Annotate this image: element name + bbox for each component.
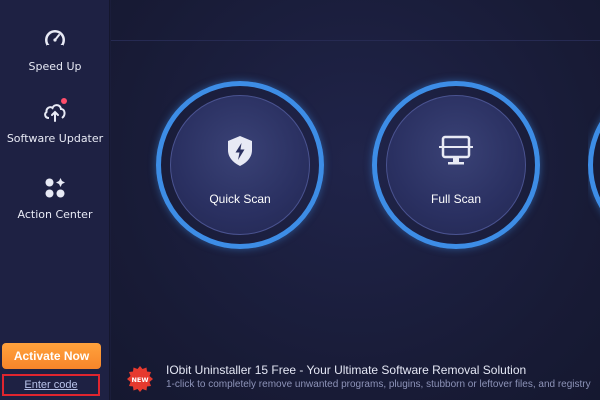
sidebar-item-label: Action Center bbox=[17, 208, 93, 221]
full-scan-button[interactable]: Full Scan bbox=[372, 81, 540, 249]
sidebar-item-speed-up[interactable]: Speed Up bbox=[0, 26, 110, 73]
partial-scan-button[interactable] bbox=[588, 81, 600, 249]
gauge-icon bbox=[41, 26, 69, 54]
full-scan-label: Full Scan bbox=[430, 192, 482, 206]
enter-code-link[interactable]: Enter code bbox=[2, 374, 100, 396]
sidebar-item-software-updater[interactable]: Software Updater bbox=[0, 98, 110, 145]
shield-lightning-icon bbox=[225, 134, 255, 172]
notification-dot bbox=[61, 98, 67, 104]
full-scan-face: Full Scan bbox=[386, 95, 526, 235]
sidebar-item-action-center[interactable]: Action Center bbox=[0, 174, 110, 221]
new-badge-icon: NEW bbox=[126, 365, 154, 393]
sidebar-item-label: Speed Up bbox=[28, 60, 82, 73]
promo-title[interactable]: IObit Uninstaller 15 Free - Your Ultimat… bbox=[166, 363, 526, 377]
quick-scan-label: Quick Scan bbox=[209, 192, 271, 206]
promo-banner[interactable]: NEW IObit Uninstaller 15 Free - Your Ult… bbox=[126, 360, 600, 400]
monitor-scan-icon bbox=[437, 134, 475, 172]
promo-subtitle: 1-click to completely remove unwanted pr… bbox=[166, 379, 591, 390]
sidebar-item-label: Software Updater bbox=[6, 132, 104, 145]
action-center-icon bbox=[41, 174, 69, 202]
svg-text:NEW: NEW bbox=[131, 376, 148, 384]
quick-scan-face: Quick Scan bbox=[170, 95, 310, 235]
header-divider bbox=[111, 40, 600, 41]
quick-scan-button[interactable]: Quick Scan bbox=[156, 81, 324, 249]
main-panel: Quick Scan Full Scan bbox=[111, 0, 600, 400]
activate-now-button[interactable]: Activate Now bbox=[2, 343, 101, 369]
cloud-upload-icon bbox=[41, 98, 69, 126]
sidebar: Speed Up Software Updater Action Center … bbox=[0, 0, 110, 400]
